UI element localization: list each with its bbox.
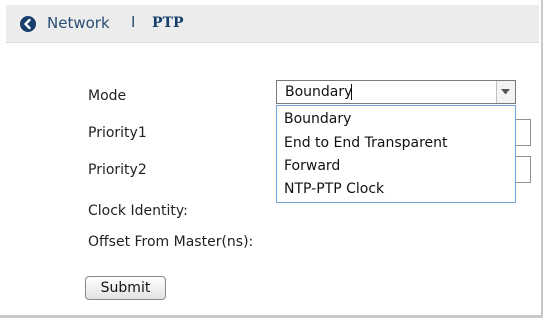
text-caret: [351, 84, 352, 100]
dropdown-toggle[interactable]: [496, 81, 515, 103]
submit-button[interactable]: Submit: [85, 276, 166, 300]
priority2-input[interactable]: [514, 156, 531, 183]
breadcrumb-current-page: PTP: [152, 15, 184, 31]
mode-option-boundary[interactable]: Boundary: [284, 111, 351, 127]
priority2-label: Priority2: [88, 162, 147, 178]
ptp-panel: Network I PTP Mode Boundary Priority1 Pr…: [0, 0, 543, 318]
mode-selected-value: Boundary: [285, 84, 353, 100]
mode-label: Mode: [88, 88, 127, 104]
priority1-input[interactable]: [514, 119, 531, 146]
back-arrow-icon[interactable]: [20, 16, 36, 32]
priority1-label: Priority1: [88, 125, 147, 141]
breadcrumb: Network I PTP: [6, 5, 539, 43]
offset-from-master-label: Offset From Master(ns):: [88, 234, 254, 250]
mode-select[interactable]: Boundary: [276, 80, 516, 104]
mode-option-forward[interactable]: Forward: [284, 158, 340, 174]
mode-option-end-to-end-transparent[interactable]: End to End Transparent: [284, 135, 448, 151]
triangle-down-icon: [501, 89, 510, 95]
mode-dropdown-list: Boundary End to End Transparent Forward …: [276, 105, 516, 203]
clock-identity-label: Clock Identity:: [88, 203, 188, 219]
breadcrumb-separator: I: [131, 13, 136, 31]
breadcrumb-network-link[interactable]: Network: [47, 14, 110, 32]
mode-option-ntp-ptp-clock[interactable]: NTP-PTP Clock: [284, 181, 384, 197]
